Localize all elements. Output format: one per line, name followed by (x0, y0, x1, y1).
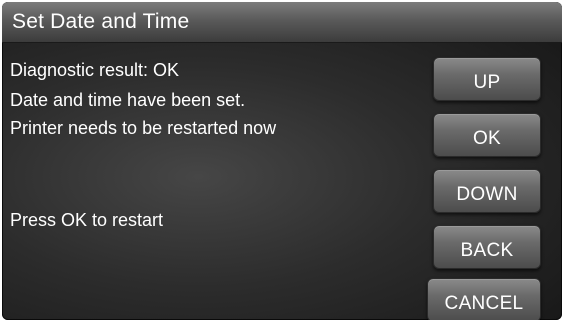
up-button[interactable]: UP (433, 57, 541, 101)
restart-prompt-text: Press OK to restart (10, 210, 164, 230)
printer-display-screen: Set Date and Time Diagnostic result: OK … (2, 2, 562, 320)
message-area: Diagnostic result: OK Date and time have… (2, 42, 412, 320)
cancel-button[interactable]: CANCEL (427, 278, 541, 320)
title-bar: Set Date and Time (2, 2, 562, 43)
down-button[interactable]: DOWN (433, 169, 541, 213)
back-button[interactable]: BACK (433, 225, 541, 269)
ok-button[interactable]: OK (433, 113, 541, 157)
screen-title: Set Date and Time (12, 10, 190, 33)
date-time-set-text: Date and time have been set. (10, 90, 246, 110)
restart-needed-text: Printer needs to be restarted now (10, 118, 277, 138)
diagnostic-result-text: Diagnostic result: OK (10, 60, 180, 80)
